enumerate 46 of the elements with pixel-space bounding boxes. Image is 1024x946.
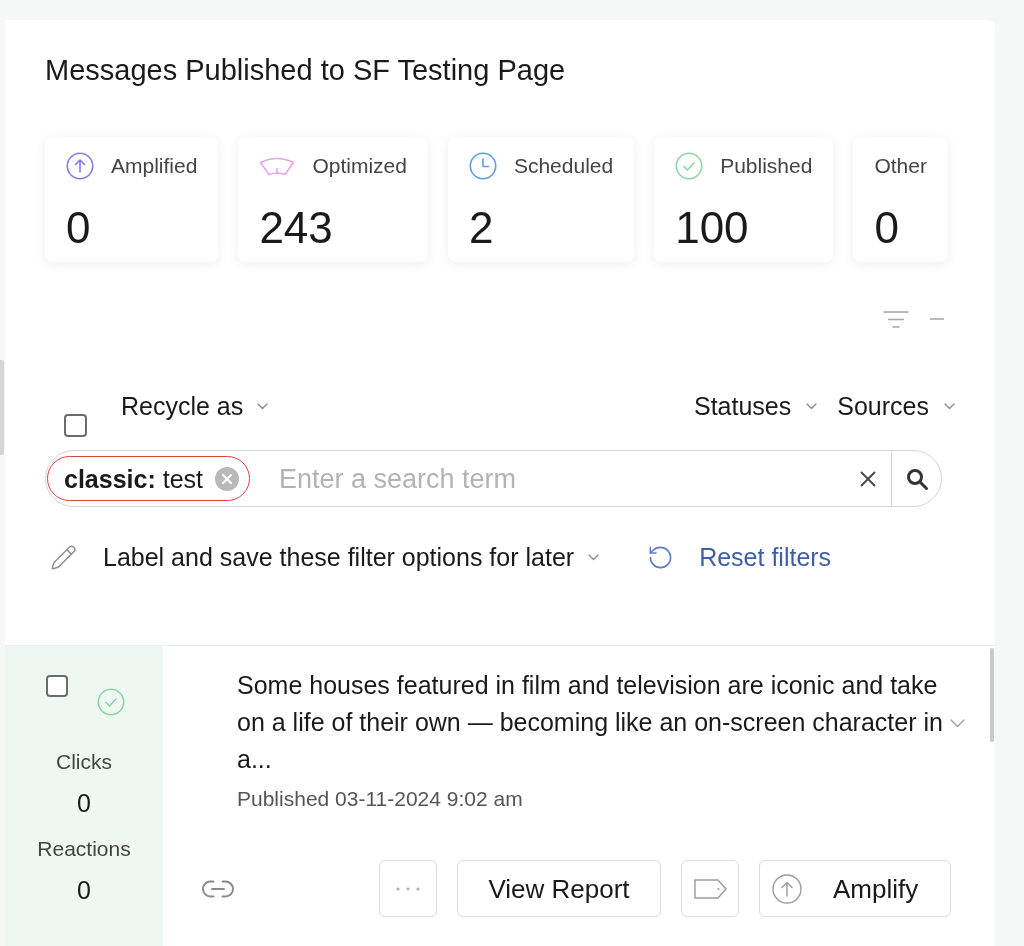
remove-icon[interactable] xyxy=(215,466,239,491)
check-circle-icon xyxy=(97,688,125,716)
scrollbar-thumb[interactable] xyxy=(0,360,4,455)
stat-label: Other xyxy=(874,153,927,179)
filter-dropdown[interactable]: Statuses xyxy=(694,391,818,421)
tag-button[interactable] xyxy=(681,860,739,917)
checkbox[interactable] xyxy=(46,675,68,697)
checkbox[interactable] xyxy=(64,414,87,437)
stat-value: 2 xyxy=(468,204,494,252)
amplify-button[interactable]: Amplify xyxy=(759,860,951,917)
stat-value: 100 xyxy=(675,204,749,252)
saved-filters-dropdown[interactable]: Label and save these filter options for later xyxy=(103,542,600,572)
chevron-down-icon xyxy=(257,402,269,410)
message-text: Some houses featured in film and television are iconic and take on a life of their own — becoming like an on-screen character in a... xyxy=(237,670,944,775)
check-circle-icon xyxy=(675,152,704,180)
chevron-down-icon xyxy=(944,402,955,410)
metric-label: Clicks xyxy=(56,749,112,775)
filter-icon[interactable] xyxy=(883,310,909,328)
view-report-button[interactable]: View Report xyxy=(457,860,661,917)
metric-value: 0 xyxy=(77,788,91,818)
chevron-down-icon xyxy=(588,553,600,561)
reset-filters-button[interactable]: Reset filters xyxy=(647,542,832,572)
stat-label: Published xyxy=(720,153,813,179)
stat-value: 0 xyxy=(66,204,91,252)
recycle-dropdown[interactable]: Recycle as xyxy=(121,391,269,421)
metric-value: 0 xyxy=(77,875,91,905)
clock-icon xyxy=(468,152,497,180)
publish-date: Published 03-11-2024 9:02 am xyxy=(237,786,523,812)
pencil-icon[interactable] xyxy=(50,543,77,571)
stat-value: 0 xyxy=(874,204,899,252)
filter-dropdown[interactable]: Sources xyxy=(837,391,955,421)
stat-label: Scheduled xyxy=(513,153,614,179)
expand-chevron-icon[interactable] xyxy=(950,719,965,728)
chevron-down-icon xyxy=(806,402,818,410)
scrollbar-thumb[interactable] xyxy=(990,648,994,742)
stat-value: 243 xyxy=(259,204,333,252)
arrow-up-circle-icon xyxy=(66,152,94,180)
search-icon xyxy=(904,466,929,491)
metric-label: Reactions xyxy=(37,836,131,862)
stat-label: Amplified xyxy=(111,153,198,179)
arrow-up-circle-icon xyxy=(772,873,802,904)
page-title: Messages Published to SF Testing Page xyxy=(45,53,566,87)
gauge-icon xyxy=(259,156,296,176)
stat-label: Optimized xyxy=(312,153,407,179)
tag-icon xyxy=(693,878,727,899)
more-dots-icon xyxy=(396,886,420,891)
